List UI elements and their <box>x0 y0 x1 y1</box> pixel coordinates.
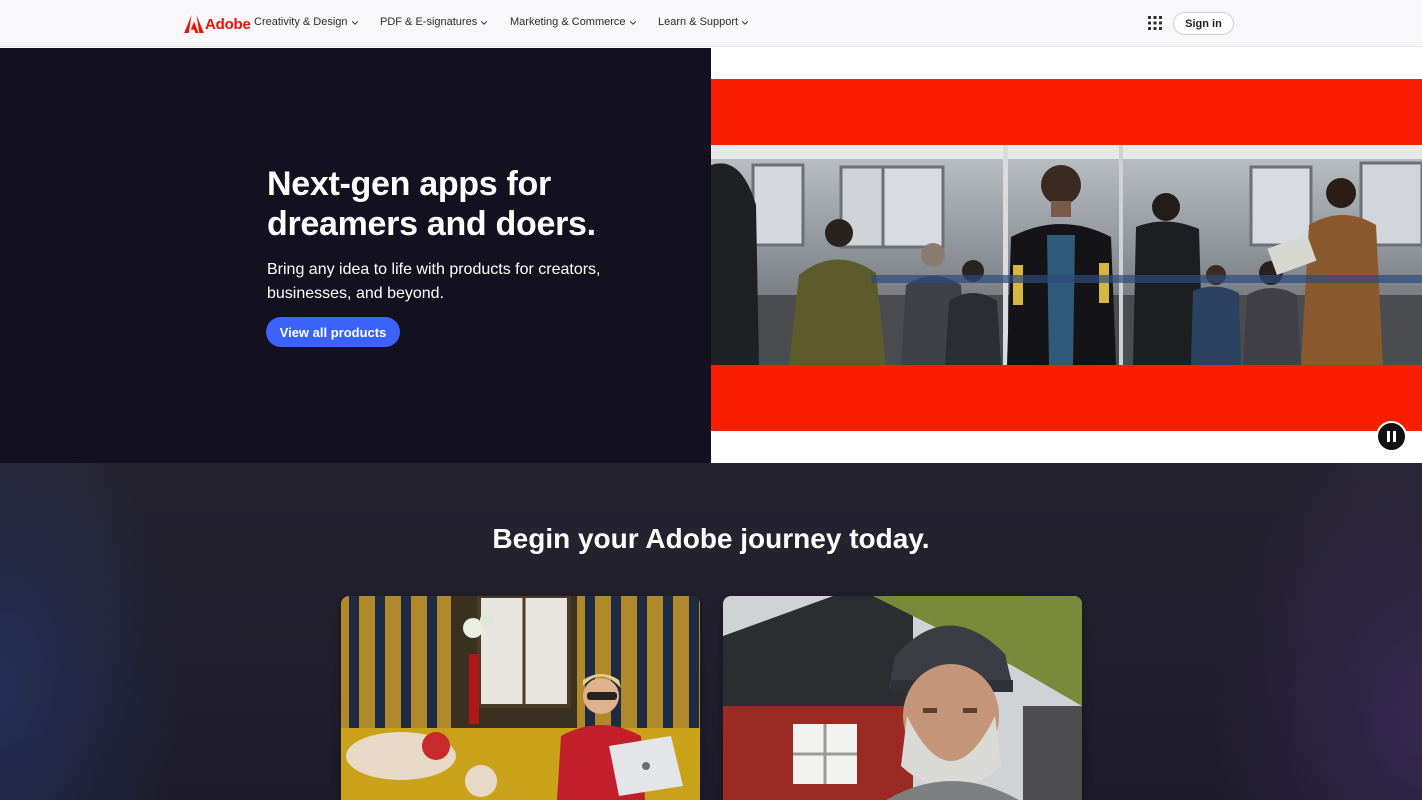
subway-scene-image <box>711 145 1422 365</box>
video-red-band-top <box>711 79 1422 145</box>
video-red-band-bottom <box>711 365 1422 431</box>
card-image-woman-laptop <box>341 596 700 800</box>
journey-section: Begin your Adobe journey today. <box>0 463 1422 800</box>
chevron-down-icon <box>741 20 749 25</box>
menu-pdf-esignatures[interactable]: PDF & E-signatures <box>380 16 488 28</box>
top-navigation: Adobe Creativity & Design PDF & E-signat… <box>0 0 1422 47</box>
journey-title: Begin your Adobe journey today. <box>492 523 930 554</box>
sign-in-button[interactable]: Sign in <box>1173 12 1234 35</box>
menu-label: Creativity & Design <box>254 16 348 28</box>
chevron-down-icon <box>629 20 636 25</box>
logo-text: Adobe <box>205 15 251 33</box>
adobe-logo[interactable]: Adobe <box>184 14 251 34</box>
menu-label: Learn & Support <box>658 16 739 28</box>
journey-card-creative[interactable] <box>341 596 700 800</box>
hero-text-panel <box>0 48 711 463</box>
journey-card-photo[interactable] <box>723 596 1082 800</box>
menu-learn-support[interactable]: Learn & Support <box>658 16 749 28</box>
adobe-logo-icon <box>184 15 204 33</box>
hero-video <box>711 48 1422 463</box>
pause-icon[interactable] <box>1376 421 1407 452</box>
menu-label: Marketing & Commerce <box>510 16 626 28</box>
menu-marketing-commerce[interactable]: Marketing & Commerce <box>510 16 637 28</box>
apps-grid-icon[interactable] <box>1148 16 1162 30</box>
chevron-down-icon <box>351 20 358 25</box>
card-image-old-man <box>723 596 1082 800</box>
menu-creativity-design[interactable]: Creativity & Design <box>254 16 359 28</box>
menu-label: PDF & E-signatures <box>380 16 478 28</box>
hero-subtitle: Bring any idea to life with products for… <box>267 261 601 302</box>
view-all-products-button[interactable]: View all products <box>266 317 400 347</box>
hero-title: Next-gen apps for dreamers and doers. <box>267 165 596 243</box>
chevron-down-icon <box>481 20 488 25</box>
